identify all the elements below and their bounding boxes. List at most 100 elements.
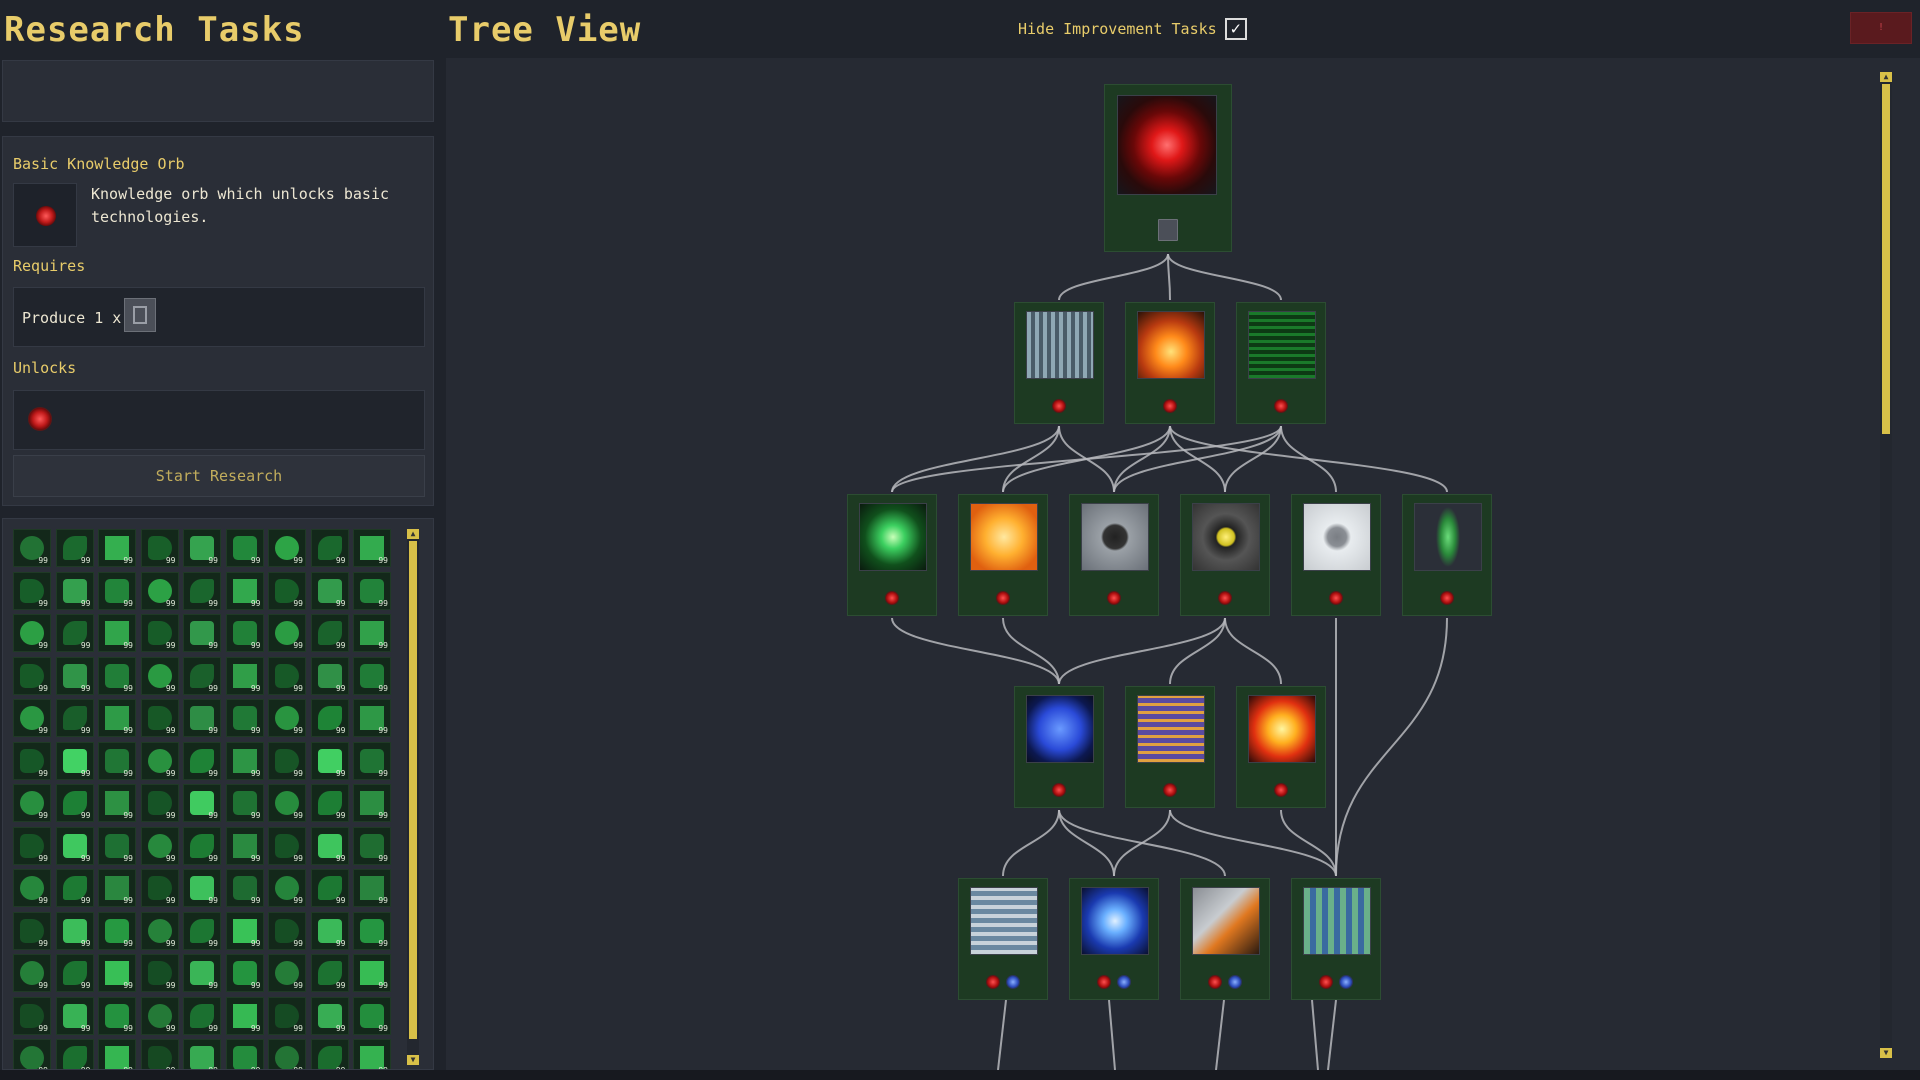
inventory-slot[interactable]: 99 bbox=[140, 1039, 179, 1069]
inventory-slot[interactable]: 99 bbox=[183, 911, 221, 950]
tree-scrollbar[interactable]: ▲ ▼ bbox=[1880, 72, 1892, 1058]
inventory-slot[interactable]: 99 bbox=[225, 911, 264, 950]
inventory-slot[interactable]: 99 bbox=[183, 1039, 221, 1069]
tree-node-data-server[interactable] bbox=[1014, 302, 1104, 424]
inventory-slot[interactable]: 99 bbox=[140, 571, 179, 610]
inventory-slot[interactable]: 99 bbox=[98, 529, 136, 567]
tree-scroll-thumb[interactable] bbox=[1882, 84, 1890, 434]
tree-node-blue-sphere[interactable] bbox=[1014, 686, 1104, 808]
inventory-slot[interactable]: 99 bbox=[183, 741, 221, 780]
scroll-up-icon[interactable]: ▲ bbox=[407, 529, 419, 539]
inventory-slot[interactable]: 99 bbox=[98, 614, 136, 652]
inventory-slot[interactable]: 99 bbox=[268, 784, 306, 822]
inventory-slot[interactable]: 99 bbox=[13, 1039, 51, 1069]
inventory-slot[interactable]: 99 bbox=[310, 826, 349, 865]
tree-node-cable-rack[interactable] bbox=[958, 878, 1048, 1000]
inventory-slot[interactable]: 99 bbox=[183, 614, 221, 652]
inventory-slot[interactable]: 99 bbox=[98, 911, 136, 950]
inventory-slot[interactable]: 99 bbox=[268, 911, 306, 950]
inventory-slot[interactable]: 99 bbox=[225, 826, 264, 865]
inventory-slot[interactable]: 99 bbox=[268, 699, 306, 737]
inventory-slot[interactable]: 99 bbox=[55, 656, 94, 695]
inventory-slot[interactable]: 99 bbox=[140, 826, 179, 865]
inventory-slot[interactable]: 99 bbox=[268, 656, 306, 695]
inventory-slot[interactable]: 99 bbox=[225, 869, 264, 907]
inventory-slot[interactable]: 99 bbox=[183, 869, 221, 907]
inventory-slot[interactable]: 99 bbox=[55, 869, 94, 907]
inventory-slot[interactable]: 99 bbox=[353, 826, 391, 865]
inventory-slot[interactable]: 99 bbox=[310, 1039, 349, 1069]
search-panel[interactable] bbox=[2, 60, 434, 122]
tree-node-white-crate[interactable] bbox=[1291, 494, 1381, 616]
inventory-slot[interactable]: 99 bbox=[353, 784, 391, 822]
inventory-slot[interactable]: 99 bbox=[140, 954, 179, 992]
inventory-slot[interactable]: 99 bbox=[225, 996, 264, 1035]
inventory-slot[interactable]: 99 bbox=[140, 699, 179, 737]
inventory-slot[interactable]: 99 bbox=[98, 699, 136, 737]
inventory-slot[interactable]: 99 bbox=[310, 954, 349, 992]
inventory-slot[interactable]: 99 bbox=[13, 699, 51, 737]
inventory-slot[interactable]: 99 bbox=[140, 656, 179, 695]
tree-node-green-capsule[interactable] bbox=[1402, 494, 1492, 616]
inventory-slot[interactable]: 99 bbox=[98, 869, 136, 907]
tree-node-purple-machine[interactable] bbox=[1125, 686, 1215, 808]
inventory-slot[interactable]: 99 bbox=[140, 869, 179, 907]
inventory-slot[interactable]: 99 bbox=[13, 869, 51, 907]
inventory-slot[interactable]: 99 bbox=[353, 741, 391, 780]
inventory-slot[interactable]: 99 bbox=[225, 741, 264, 780]
inventory-slot[interactable]: 99 bbox=[55, 699, 94, 737]
inventory-slot[interactable]: 99 bbox=[13, 571, 51, 610]
inventory-slot[interactable]: 99 bbox=[183, 699, 221, 737]
inventory-slot[interactable]: 99 bbox=[353, 954, 391, 992]
inventory-slot[interactable]: 99 bbox=[268, 954, 306, 992]
inventory-slot[interactable]: 99 bbox=[98, 1039, 136, 1069]
inventory-slot[interactable]: 99 bbox=[225, 614, 264, 652]
inventory-slot[interactable]: 99 bbox=[268, 869, 306, 907]
inventory-scroll-thumb[interactable] bbox=[409, 541, 417, 1039]
inventory-slot[interactable]: 99 bbox=[268, 614, 306, 652]
tree-node-circuit-board[interactable] bbox=[1236, 302, 1326, 424]
inventory-slot[interactable]: 99 bbox=[13, 741, 51, 780]
inventory-slot[interactable]: 99 bbox=[225, 529, 264, 567]
inventory-slot[interactable]: 99 bbox=[55, 784, 94, 822]
inventory-slot[interactable]: 99 bbox=[13, 826, 51, 865]
tree-node-sun-core[interactable] bbox=[1236, 686, 1326, 808]
inventory-slot[interactable]: 99 bbox=[140, 911, 179, 950]
inventory-slot[interactable]: 99 bbox=[183, 826, 221, 865]
inventory-slot[interactable]: 99 bbox=[353, 1039, 391, 1069]
inventory-slot[interactable]: 99 bbox=[55, 996, 94, 1035]
inventory-slot[interactable]: 99 bbox=[353, 869, 391, 907]
inventory-slot[interactable]: 99 bbox=[225, 656, 264, 695]
inventory-slot[interactable]: 99 bbox=[98, 741, 136, 780]
inventory-slot[interactable]: 99 bbox=[183, 571, 221, 610]
inventory-slot[interactable]: 99 bbox=[13, 529, 51, 567]
inventory-slot[interactable]: 99 bbox=[310, 784, 349, 822]
start-research-button[interactable]: Start Research bbox=[13, 455, 425, 497]
inventory-slot[interactable]: 99 bbox=[310, 911, 349, 950]
inventory-slot[interactable]: 99 bbox=[268, 996, 306, 1035]
inventory-slot[interactable]: 99 bbox=[225, 571, 264, 610]
inventory-slot[interactable]: 99 bbox=[98, 826, 136, 865]
inventory-slot[interactable]: 99 bbox=[353, 571, 391, 610]
inventory-slot[interactable]: 99 bbox=[353, 656, 391, 695]
inventory-slot[interactable]: 99 bbox=[98, 656, 136, 695]
inventory-slot[interactable]: 99 bbox=[183, 784, 221, 822]
inventory-slot[interactable]: 99 bbox=[13, 784, 51, 822]
inventory-slot[interactable]: 99 bbox=[225, 1039, 264, 1069]
inventory-slot[interactable]: 99 bbox=[310, 996, 349, 1035]
hide-improvement-checkbox[interactable]: ✓ bbox=[1224, 18, 1247, 40]
tree-scroll-down-icon[interactable]: ▼ bbox=[1880, 1048, 1892, 1058]
inventory-slot[interactable]: 99 bbox=[268, 529, 306, 567]
inventory-slot[interactable]: 99 bbox=[140, 996, 179, 1035]
inventory-slot[interactable]: 99 bbox=[183, 656, 221, 695]
tree-scroll-up-icon[interactable]: ▲ bbox=[1880, 72, 1892, 82]
inventory-slot[interactable]: 99 bbox=[225, 699, 264, 737]
inventory-slot[interactable]: 99 bbox=[310, 869, 349, 907]
inventory-slot[interactable]: 99 bbox=[98, 996, 136, 1035]
tree-node-basic-knowledge-orb[interactable] bbox=[1104, 84, 1232, 252]
inventory-slot[interactable]: 99 bbox=[353, 614, 391, 652]
inventory-slot[interactable]: 99 bbox=[140, 529, 179, 567]
inventory-slot[interactable]: 99 bbox=[183, 954, 221, 992]
inventory-slot[interactable]: 99 bbox=[55, 1039, 94, 1069]
inventory-slot[interactable]: 99 bbox=[225, 954, 264, 992]
